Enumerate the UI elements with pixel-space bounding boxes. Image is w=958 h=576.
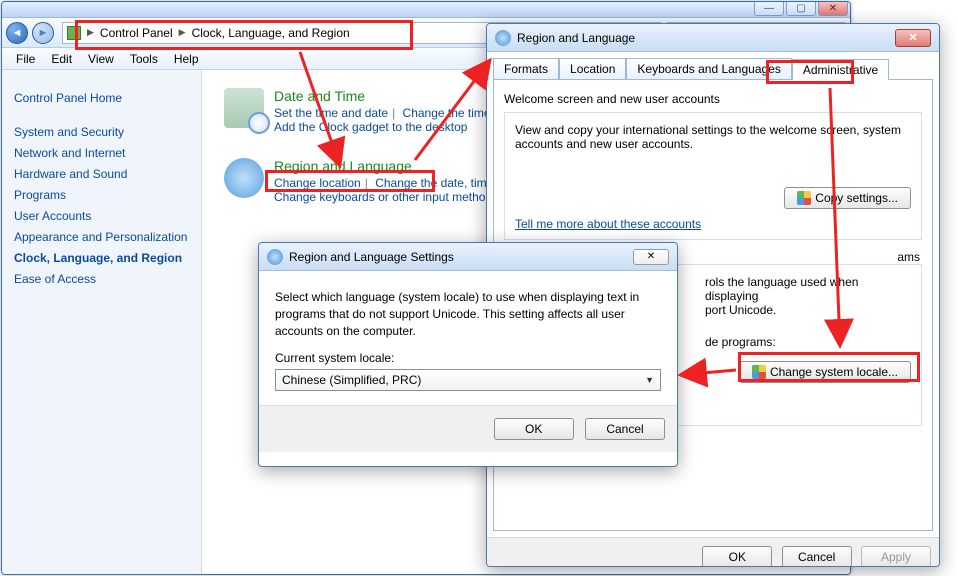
group-nonunicode-label: de programs: bbox=[705, 335, 911, 349]
group-welcome: View and copy your international setting… bbox=[504, 112, 922, 240]
sidebar-item-hardware[interactable]: Hardware and Sound bbox=[14, 167, 189, 181]
breadcrumb-root[interactable]: Control Panel bbox=[96, 26, 177, 40]
dialog-titlebar: Region and Language Settings ✕ bbox=[259, 243, 677, 271]
tab-formats[interactable]: Formats bbox=[493, 58, 559, 79]
sidebar-item-system[interactable]: System and Security bbox=[14, 125, 189, 139]
chevron-right-icon: ▶ bbox=[177, 27, 188, 38]
close-button[interactable]: ✕ bbox=[895, 29, 931, 47]
change-system-locale-button[interactable]: Change system locale... bbox=[739, 361, 911, 383]
sidebar-item-clock[interactable]: Clock, Language, and Region bbox=[14, 251, 189, 265]
sidebar-item-programs[interactable]: Programs bbox=[14, 188, 189, 202]
maximize-button[interactable]: ▢ bbox=[786, 1, 816, 16]
menu-tools[interactable]: Tools bbox=[122, 50, 166, 68]
dialog-title: Region and Language bbox=[517, 31, 895, 45]
close-button[interactable]: ✕ bbox=[818, 1, 848, 16]
cancel-button[interactable]: Cancel bbox=[782, 546, 852, 567]
locale-label: Current system locale: bbox=[275, 351, 661, 365]
dialog-titlebar: Region and Language ✕ bbox=[487, 24, 939, 52]
region-language-icon bbox=[224, 158, 264, 198]
tab-row: Formats Location Keyboards and Languages… bbox=[487, 52, 939, 79]
control-panel-icon bbox=[67, 26, 81, 40]
menu-view[interactable]: View bbox=[80, 50, 122, 68]
tab-location[interactable]: Location bbox=[559, 58, 626, 79]
titlebar: — ▢ ✕ bbox=[2, 2, 850, 18]
sidebar-item-ease[interactable]: Ease of Access bbox=[14, 272, 189, 286]
breadcrumb-leaf[interactable]: Clock, Language, and Region bbox=[188, 26, 354, 40]
system-locale-dropdown[interactable]: Chinese (Simplified, PRC) ▼ bbox=[275, 369, 661, 391]
minimize-button[interactable]: — bbox=[754, 1, 784, 16]
date-time-title[interactable]: Date and Time bbox=[274, 88, 520, 104]
menu-help[interactable]: Help bbox=[166, 50, 207, 68]
copy-settings-button[interactable]: Copy settings... bbox=[784, 187, 911, 209]
locale-desc: Select which language (system locale) to… bbox=[275, 289, 661, 339]
apply-button[interactable]: Apply bbox=[861, 546, 931, 567]
ok-button[interactable]: OK bbox=[702, 546, 772, 567]
sidebar-item-users[interactable]: User Accounts bbox=[14, 209, 189, 223]
forward-button[interactable]: ► bbox=[32, 22, 54, 44]
globe-icon bbox=[267, 249, 283, 265]
link-change-location[interactable]: Change location bbox=[274, 176, 361, 190]
link-set-time[interactable]: Set the time and date bbox=[274, 106, 388, 120]
group-nonunicode-desc1: rols the language used when displaying bbox=[705, 275, 911, 303]
menu-edit[interactable]: Edit bbox=[43, 50, 80, 68]
locale-settings-dialog: Region and Language Settings ✕ Select wh… bbox=[258, 242, 678, 467]
tell-me-more-link[interactable]: Tell me more about these accounts bbox=[515, 217, 701, 231]
group-nonunicode-title-frag: ams bbox=[897, 250, 920, 264]
sidebar-item-appearance[interactable]: Appearance and Personalization bbox=[14, 230, 189, 244]
link-clock-gadget[interactable]: Add the Clock gadget to the desktop bbox=[274, 120, 467, 134]
ok-button[interactable]: OK bbox=[494, 418, 574, 440]
chevron-right-icon: ▶ bbox=[85, 27, 96, 38]
cancel-button[interactable]: Cancel bbox=[585, 418, 665, 440]
sidebar-home[interactable]: Control Panel Home bbox=[14, 91, 189, 105]
close-button[interactable]: ✕ bbox=[633, 249, 669, 265]
sidebar: Control Panel Home System and Security N… bbox=[2, 70, 202, 574]
link-change-keyboards[interactable]: Change keyboards or other input methods bbox=[274, 190, 498, 204]
shield-icon bbox=[752, 365, 766, 379]
sidebar-item-network[interactable]: Network and Internet bbox=[14, 146, 189, 160]
menu-file[interactable]: File bbox=[8, 50, 43, 68]
tab-keyboards[interactable]: Keyboards and Languages bbox=[626, 58, 791, 79]
back-button[interactable]: ◄ bbox=[6, 22, 28, 44]
group-welcome-desc: View and copy your international setting… bbox=[515, 123, 911, 151]
dialog-footer: OK Cancel Apply bbox=[487, 537, 939, 567]
group-welcome-title: Welcome screen and new user accounts bbox=[504, 92, 922, 106]
group-nonunicode-desc2: port Unicode. bbox=[705, 303, 911, 317]
tab-administrative[interactable]: Administrative bbox=[792, 59, 889, 80]
globe-icon bbox=[495, 30, 511, 46]
shield-icon bbox=[797, 191, 811, 205]
dialog-body: Select which language (system locale) to… bbox=[259, 271, 677, 405]
dialog-title: Region and Language Settings bbox=[289, 250, 633, 264]
date-time-icon bbox=[224, 88, 264, 128]
chevron-down-icon: ▼ bbox=[645, 375, 654, 385]
system-locale-value: Chinese (Simplified, PRC) bbox=[282, 373, 421, 387]
dialog-footer: OK Cancel bbox=[259, 405, 677, 452]
